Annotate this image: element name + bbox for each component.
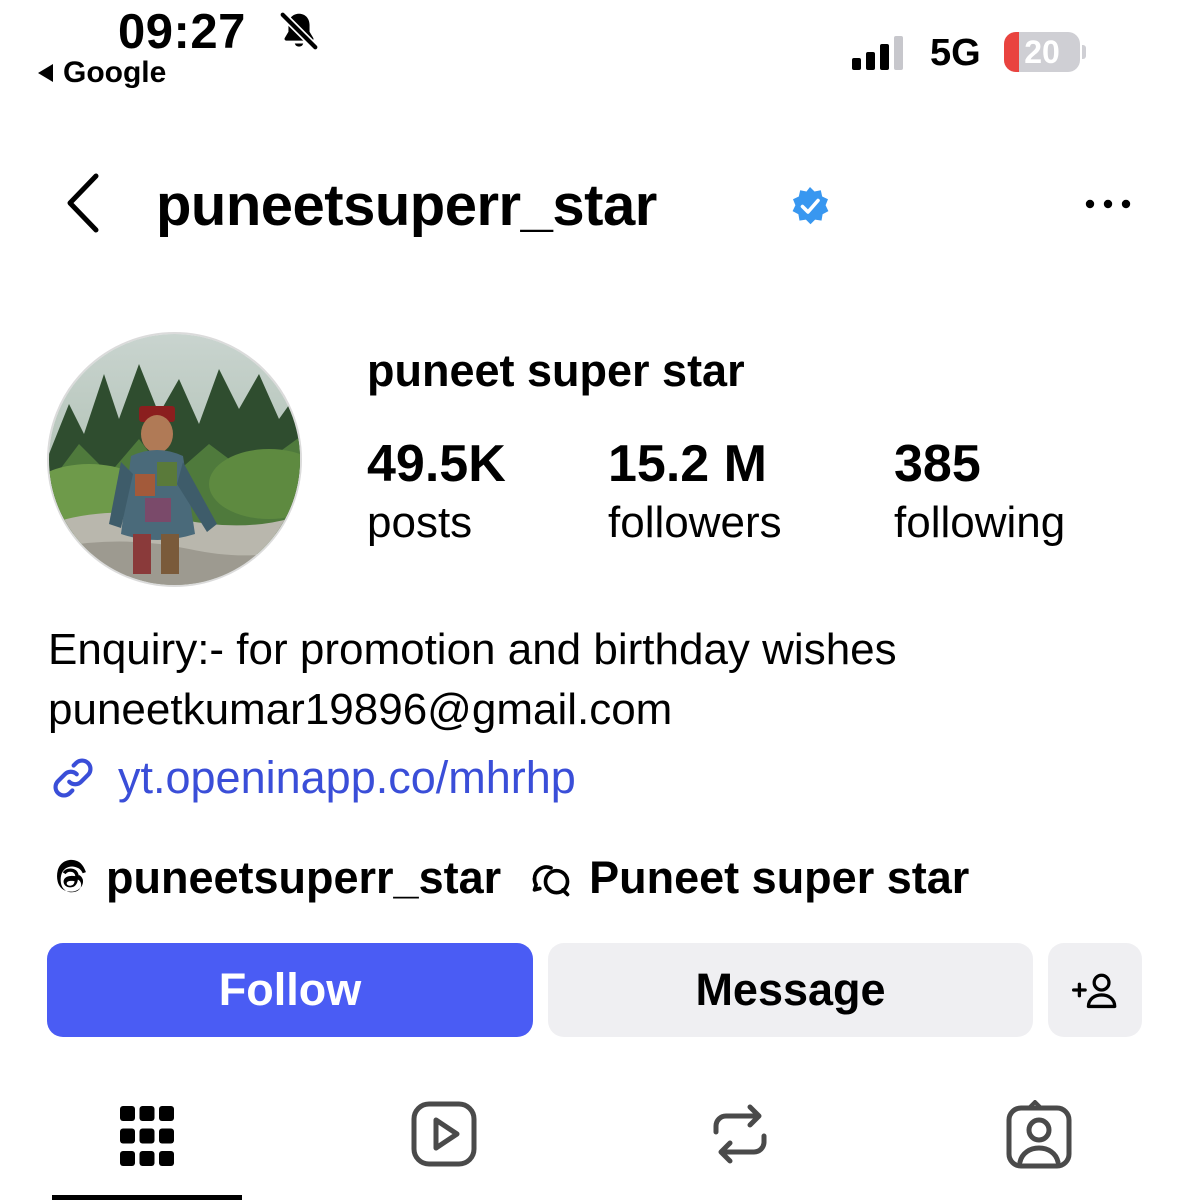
status-time: 09:27 [118, 5, 246, 59]
back-app-label: Google [63, 56, 167, 89]
add-user-icon [1072, 973, 1117, 1009]
network-type: 5G [930, 32, 981, 74]
stat-label: following [894, 498, 1066, 547]
battery-icon: 20 [1004, 32, 1080, 72]
message-button[interactable]: Message [548, 943, 1033, 1037]
link-icon [53, 758, 93, 798]
bell-muted-icon [279, 11, 319, 51]
signal-icon [852, 34, 903, 70]
channel-icon[interactable] [527, 856, 575, 900]
active-tab-indicator [52, 1195, 242, 1200]
back-to-app[interactable]: Google [38, 56, 166, 90]
stat-value: 15.2 M [608, 435, 767, 493]
reels-icon[interactable] [410, 1100, 478, 1168]
stat-value: 385 [894, 435, 981, 493]
battery-percent: 20 [1024, 34, 1060, 70]
bio-line: Enquiry:- for promotion and birthday wis… [48, 625, 897, 674]
stat-following[interactable]: 385 following [894, 435, 1065, 553]
profile-badges-row: puneetsuperr_star Puneet super star [48, 852, 969, 904]
avatar[interactable] [47, 332, 302, 587]
channel-name[interactable]: Puneet super star [589, 852, 969, 904]
reposts-icon[interactable] [708, 1100, 772, 1168]
stat-value: 49.5K [367, 435, 506, 493]
add-user-button[interactable] [1048, 943, 1142, 1037]
grid-icon[interactable] [118, 1104, 176, 1168]
back-triangle-icon [38, 64, 53, 82]
stat-followers[interactable]: 15.2 M followers [608, 435, 782, 553]
stat-label: posts [367, 498, 473, 547]
battery-nub [1082, 45, 1086, 59]
tagged-icon[interactable] [1005, 1100, 1073, 1170]
follow-button[interactable]: Follow [47, 943, 533, 1037]
page-title: puneetsuperr_star [156, 173, 657, 238]
stat-label: followers [608, 498, 782, 547]
bio-line: puneetkumar19896@gmail.com [48, 685, 673, 734]
verified-badge-icon [792, 187, 829, 225]
profile-bio: Enquiry:- for promotion and birthday wis… [48, 620, 897, 740]
profile-photo [49, 334, 300, 585]
profile-link[interactable]: yt.openinapp.co/mhrhp [48, 752, 576, 804]
more-horizontal-icon[interactable] [1080, 192, 1136, 216]
threads-icon[interactable] [48, 856, 92, 900]
profile-link-text[interactable]: yt.openinapp.co/mhrhp [118, 752, 576, 804]
threads-handle[interactable]: puneetsuperr_star [106, 852, 501, 904]
stat-posts[interactable]: 49.5K posts [367, 435, 506, 553]
profile-full-name: puneet super star [367, 345, 745, 396]
chevron-left-icon[interactable] [58, 170, 106, 236]
